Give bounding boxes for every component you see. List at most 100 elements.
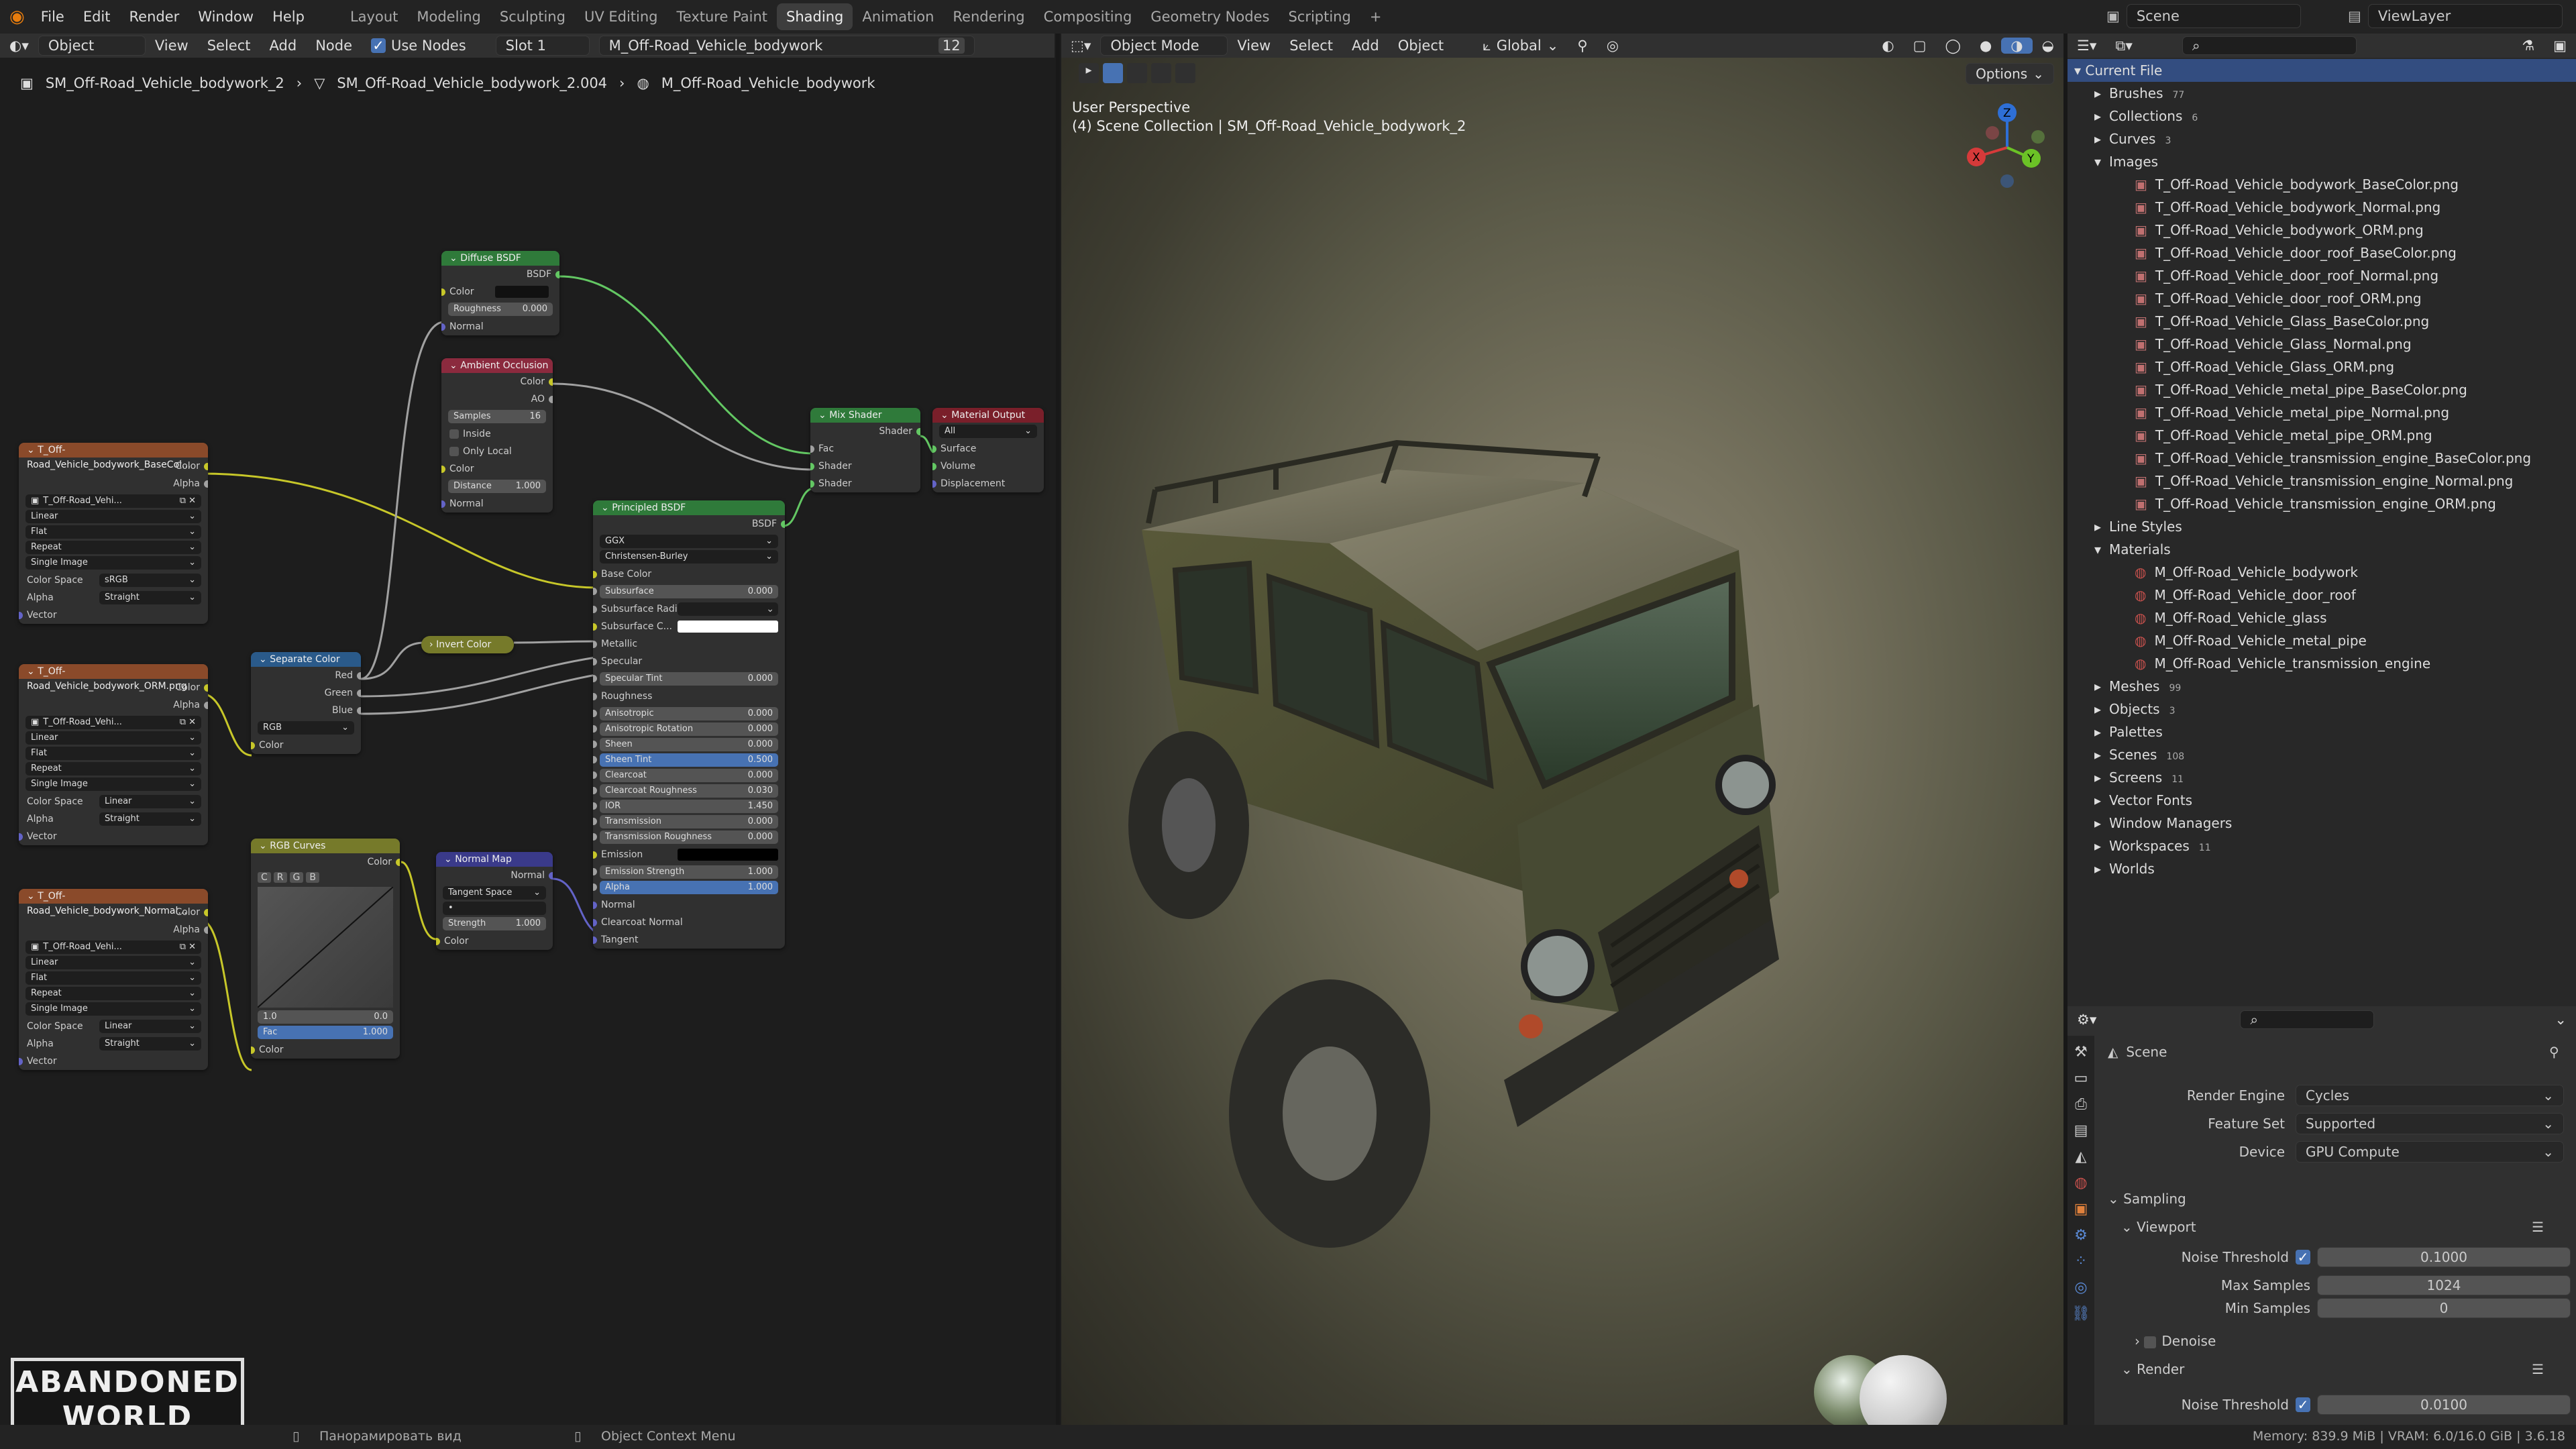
off-road-vehicle-model[interactable]	[1115, 409, 1786, 1362]
material-output-node[interactable]: ⌄ Material Output All ⌄ Surface Volume Di…	[932, 408, 1044, 492]
breadcrumb-mesh[interactable]: SM_Off-Road_Vehicle_bodywork_2.004	[337, 75, 607, 91]
navigation-gizmo[interactable]: Z X Y	[1960, 101, 2054, 195]
collapse-icon[interactable]: ⌄	[449, 360, 460, 371]
collapse-arrow-icon[interactable]: ▸	[2094, 769, 2101, 786]
principled-input-field[interactable]: Specular Tint 0.000	[593, 672, 778, 686]
channel-c[interactable]: C	[258, 872, 271, 883]
collapse-arrow-icon[interactable]: ▸	[2094, 701, 2101, 717]
select-extend-icon[interactable]	[1127, 63, 1147, 83]
expand-arrow-icon[interactable]: ▾	[2094, 154, 2101, 170]
expand-icon[interactable]: ›	[429, 639, 436, 650]
invert-color-node[interactable]: › Invert Color	[421, 636, 514, 653]
input-socket[interactable]	[932, 445, 936, 453]
area-divider[interactable]	[1056, 34, 1060, 1425]
diffuse-bsdf-node[interactable]: ⌄ Diffuse BSDF BSDF Color Roughness 0.000…	[441, 251, 559, 335]
noise-threshold-checkbox[interactable]: ✓	[2296, 1397, 2310, 1413]
principled-input-field[interactable]: Sheen 0.000	[593, 738, 778, 751]
select-invert-icon[interactable]	[1175, 63, 1195, 83]
node-editor-canvas[interactable]: ⌄ Diffuse BSDF BSDF Color Roughness 0.000…	[0, 101, 1055, 1422]
image-selector[interactable]: ▣ T_Off-Road_Vehi... ⧉ ✕	[25, 716, 201, 729]
collapse-icon[interactable]: ⌄	[601, 502, 612, 513]
input-socket[interactable]	[593, 787, 597, 794]
output-socket[interactable]	[357, 672, 361, 680]
material-selector[interactable]: M_Off-Road_Vehicle_bodywork 12	[598, 36, 975, 56]
input-socket[interactable]	[593, 725, 597, 733]
principled-input-field[interactable]: Transmission Roughness 0.000	[593, 830, 778, 844]
editor-type-icon[interactable]: ◐▾	[0, 38, 38, 54]
view-layer-tab-icon[interactable]: ▤	[2074, 1122, 2088, 1139]
outliner-image[interactable]: ▣ T_Off-Road_Vehicle_bodywork_BaseColor.p…	[2135, 173, 2459, 196]
radius-dropdown[interactable]: ⌄	[678, 602, 778, 616]
pin-icon[interactable]: ⚲	[2549, 1044, 2559, 1060]
projection-dropdown[interactable]: Flat ⌄	[25, 971, 201, 985]
tab-animation[interactable]: Animation	[853, 3, 943, 30]
3d-viewport[interactable]: ▸ Options ⌄ User Perspective (4) Scene Co…	[1061, 34, 2063, 1425]
input-socket[interactable]	[441, 323, 445, 331]
input-socket[interactable]	[593, 818, 597, 825]
principled-input-field[interactable]: Subsurface 0.000	[593, 585, 778, 598]
outliner-category[interactable]: ▸ Scenes 108	[2094, 743, 2184, 766]
world-tab-icon[interactable]: ◍	[2074, 1175, 2087, 1191]
output-socket[interactable]	[549, 872, 553, 879]
constraints-tab-icon[interactable]: ⛓	[2072, 1305, 2090, 1322]
outliner-image[interactable]: ▣ T_Off-Road_Vehicle_transmission_engine_…	[2135, 447, 2531, 470]
object-tab-icon[interactable]: ▣	[2074, 1201, 2088, 1218]
output-socket[interactable]	[204, 480, 208, 488]
collapse-arrow-icon[interactable]: ▸	[2094, 838, 2101, 854]
interpolation-dropdown[interactable]: Linear ⌄	[25, 510, 201, 523]
input-socket[interactable]	[593, 658, 597, 665]
source-dropdown[interactable]: Single Image ⌄	[25, 556, 201, 570]
output-socket[interactable]	[781, 521, 785, 528]
input-socket[interactable]	[593, 902, 597, 909]
output-socket[interactable]	[204, 702, 208, 709]
output-tab-icon[interactable]: ⎙	[2075, 1096, 2087, 1113]
vp-min-samples-field[interactable]: 0	[2317, 1298, 2571, 1318]
pin-icon[interactable]: ⌄	[2545, 1012, 2576, 1028]
image-texture-node[interactable]: ⌄ T_Off-Road_Vehicle_bodywork_Normal... C…	[19, 889, 208, 1070]
physics-tab-icon[interactable]: ◎	[2074, 1279, 2087, 1296]
normal-map-node[interactable]: ⌄ Normal Map Normal Tangent Space ⌄ • Str…	[436, 852, 553, 950]
proportional-edit-icon[interactable]: ◎	[1597, 38, 1628, 54]
input-socket[interactable]	[19, 612, 23, 619]
input-socket[interactable]	[593, 851, 597, 859]
curve-graph[interactable]	[258, 887, 393, 1008]
extension-dropdown[interactable]: Repeat ⌄	[25, 762, 201, 775]
editor-type-icon[interactable]: ⚙▾	[2068, 1012, 2106, 1028]
color-swatch[interactable]	[678, 849, 778, 861]
projection-dropdown[interactable]: Flat ⌄	[25, 525, 201, 539]
outliner-category[interactable]: ▸ Collections 6	[2094, 105, 2198, 127]
input-socket[interactable]	[593, 802, 597, 810]
output-socket[interactable]	[549, 396, 553, 403]
outliner-image[interactable]: ▣ T_Off-Road_Vehicle_door_roof_BaseColor.…	[2135, 241, 2457, 264]
menu-add[interactable]: Add	[260, 38, 307, 54]
input-socket[interactable]	[251, 1046, 255, 1054]
outliner-root[interactable]: ▾ Current File	[2068, 59, 2576, 82]
output-socket[interactable]	[549, 378, 553, 386]
sampling-panel[interactable]: ⌄ Sampling	[2108, 1187, 2571, 1210]
collapse-icon[interactable]: ⌄	[444, 854, 455, 865]
menu-view[interactable]: View	[146, 38, 198, 54]
collapse-arrow-icon[interactable]: ▸	[2094, 519, 2101, 535]
collapse-icon[interactable]: ⌄	[27, 891, 38, 902]
principled-input-field[interactable]: Clearcoat Roughness 0.030	[593, 784, 778, 798]
principled-bsdf-node[interactable]: ⌄ Principled BSDF BSDF GGX ⌄ Christensen-…	[593, 500, 785, 949]
input-socket[interactable]	[593, 710, 597, 717]
particles-tab-icon[interactable]: ⁘	[2075, 1253, 2087, 1270]
overlays-icon[interactable]: ◐	[1872, 38, 1903, 54]
scene-selector[interactable]: Scene	[2126, 4, 2301, 28]
ao-inside-checkbox[interactable]: Inside	[441, 425, 553, 443]
input-socket[interactable]	[593, 868, 597, 875]
outliner-image[interactable]: ▣ T_Off-Road_Vehicle_transmission_engine_…	[2135, 470, 2513, 492]
principled-input-field[interactable]: Anisotropic 0.000	[593, 707, 778, 720]
distribution-dropdown[interactable]: GGX ⌄	[600, 535, 778, 548]
object-mode-dropdown[interactable]: Object	[38, 36, 146, 56]
snap-icon[interactable]: ⚲	[1568, 38, 1597, 54]
display-mode-icon[interactable]: ⧉▾	[2106, 38, 2142, 54]
alpha-mode-dropdown[interactable]: Straight ⌄	[99, 812, 201, 826]
principled-input-field[interactable]: Alpha 1.000	[593, 881, 778, 894]
projection-dropdown[interactable]: Flat ⌄	[25, 747, 201, 760]
tab-texture-paint[interactable]: Texture Paint	[667, 3, 777, 30]
channel-b[interactable]: B	[306, 872, 319, 883]
vp-max-samples-field[interactable]: 1024	[2317, 1275, 2571, 1295]
collapse-arrow-icon[interactable]: ▸	[2094, 724, 2101, 740]
